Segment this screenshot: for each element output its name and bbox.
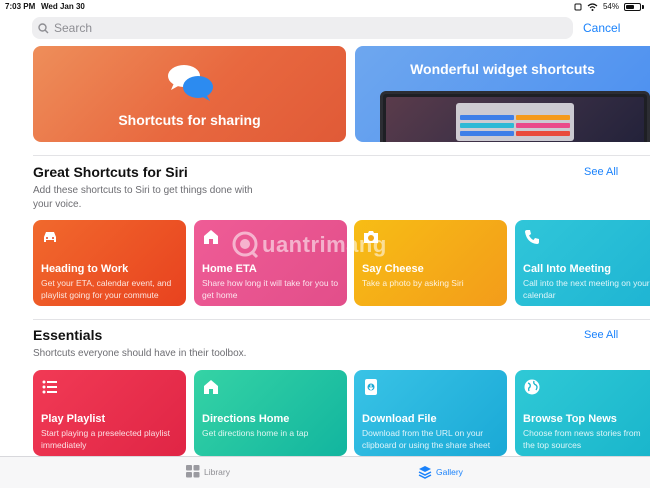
phone-icon	[525, 230, 539, 244]
chat-bubbles-icon	[168, 65, 213, 101]
gallery-layers-icon	[418, 466, 432, 479]
cancel-button[interactable]: Cancel	[583, 21, 620, 35]
section-divider	[33, 155, 650, 156]
bulb-icon	[232, 231, 259, 258]
ipad-illustration	[380, 91, 650, 142]
card-description: Get directions home in a tap	[202, 428, 309, 438]
home-icon	[204, 230, 218, 244]
essentials-section-subtitle: Shortcuts everyone should have in their …	[33, 348, 247, 359]
card-call-into-meeting[interactable]: Call Into Meeting Call into the next mee…	[515, 220, 650, 306]
status-date: Wed Jan 30	[41, 2, 85, 11]
siri-section-subtitle: Add these shortcuts to Siri to get thing…	[33, 185, 253, 196]
battery-icon	[624, 2, 641, 11]
card-title: Directions Home	[202, 413, 290, 425]
banner-widget-shortcuts[interactable]: Wonderful widget shortcuts	[355, 46, 650, 142]
watermark-logo: uantrimang	[230, 222, 387, 267]
card-title: Call Into Meeting	[523, 263, 611, 275]
essentials-see-all-link[interactable]: See All	[584, 329, 618, 341]
card-browse-top-news[interactable]: Browse Top News Choose from news stories…	[515, 370, 650, 456]
globe-icon	[524, 379, 540, 395]
banner-title: Wonderful widget shortcuts	[410, 61, 595, 77]
tab-gallery-label: Gallery	[436, 467, 463, 477]
rotation-lock-icon	[574, 3, 582, 10]
card-description: Call into the next meeting on your calen…	[523, 278, 650, 300]
home-icon	[204, 380, 218, 394]
widget-panel-illustration	[456, 103, 574, 141]
banner-title: Shortcuts for sharing	[118, 112, 261, 128]
tab-gallery[interactable]: Gallery	[418, 465, 463, 479]
card-play-playlist[interactable]: Play Playlist Start playing a preselecte…	[33, 370, 186, 456]
card-download-file[interactable]: Download File Download from the URL on y…	[354, 370, 507, 456]
tab-library[interactable]: Library	[186, 465, 230, 478]
status-right: 54%	[574, 2, 644, 11]
card-description: Download from the URL on your clipboard …	[362, 428, 491, 450]
tab-library-label: Library	[204, 466, 230, 477]
battery-percent: 54%	[602, 2, 619, 11]
siri-section-subtitle-2: your voice.	[33, 199, 82, 210]
card-title: Browse Top News	[523, 413, 617, 425]
watermark-text: uantrimang	[262, 231, 387, 257]
search-bar[interactable]	[32, 17, 573, 39]
library-grid-icon	[186, 465, 200, 478]
search-icon	[38, 22, 49, 33]
essentials-section-title: Essentials	[33, 327, 103, 343]
status-time: 7:03 PM	[5, 2, 36, 11]
card-title: Heading to Work	[41, 263, 129, 275]
card-description: Choose from news stories from the top so…	[523, 428, 641, 450]
car-icon	[44, 232, 56, 242]
siri-section-title: Great Shortcuts for Siri	[33, 164, 188, 180]
card-heading-to-work[interactable]: Heading to Work Get your ETA, calendar e…	[33, 220, 186, 306]
search-input[interactable]	[54, 21, 554, 35]
card-description: Start playing a preselected playlist imm…	[41, 428, 170, 450]
card-description: Get your ETA, calendar event, and playli…	[41, 278, 172, 300]
siri-see-all-link[interactable]: See All	[584, 166, 618, 178]
card-description: Share how long it will take for you to g…	[202, 278, 339, 300]
shortcuts-gallery-page: 7:03 PM Wed Jan 30 54% Cancel Shortcuts …	[0, 0, 650, 488]
card-title: Play Playlist	[41, 413, 106, 425]
wifi-icon	[587, 2, 598, 11]
banner-shortcuts-for-sharing[interactable]: Shortcuts for sharing	[33, 46, 346, 142]
card-directions-home[interactable]: Directions Home Get directions home in a…	[194, 370, 347, 456]
tab-bar: Library Gallery	[0, 456, 650, 488]
status-bar: 7:03 PM Wed Jan 30 54%	[0, 0, 650, 14]
section-divider	[33, 319, 650, 320]
card-title: Download File	[362, 413, 437, 425]
list-icon	[42, 380, 57, 394]
download-icon	[365, 379, 377, 395]
card-description: Take a photo by asking Siri	[362, 278, 464, 288]
